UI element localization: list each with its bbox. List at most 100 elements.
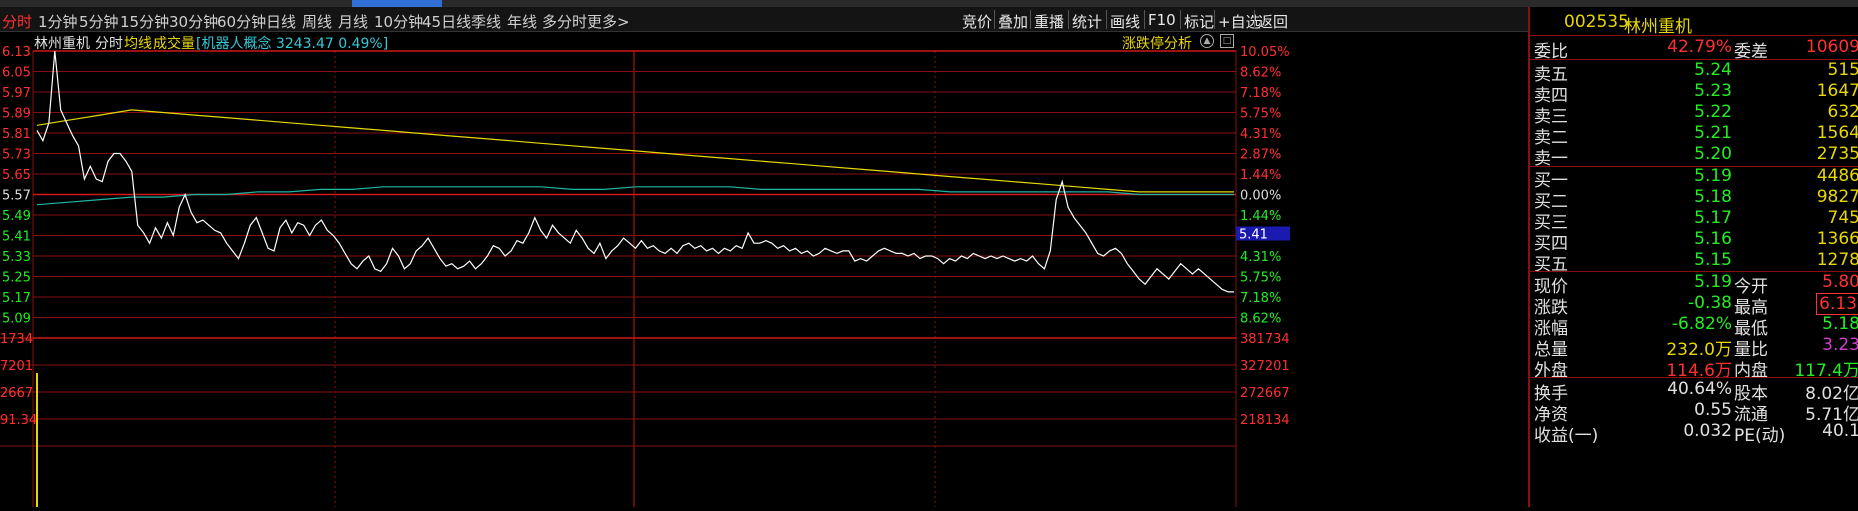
buy-level-price[interactable]: 5.18	[1694, 187, 1732, 207]
tab-period-3[interactable]: 15分钟	[120, 11, 169, 32]
price-axis-label: 5.17	[2, 291, 31, 306]
buy-level-price[interactable]: 5.16	[1694, 229, 1732, 249]
price-axis-label: 5.49	[2, 209, 31, 224]
toolbar-separator	[1030, 10, 1031, 29]
toolbar-separator	[1214, 10, 1215, 29]
panel-divider	[1530, 35, 1858, 36]
window-tab-highlight	[352, 0, 442, 7]
sell-level-volume: 1647	[1816, 81, 1858, 101]
sell-level-price[interactable]: 5.22	[1694, 102, 1732, 122]
buy-level-price[interactable]: 5.17	[1694, 208, 1732, 228]
toolbar-separator	[1254, 10, 1255, 29]
pct-axis-label: 8.62%	[1240, 312, 1281, 327]
window-top-bar	[0, 0, 1858, 7]
price-axis-label: 5.09	[2, 312, 31, 327]
tab-period-11[interactable]: 季线	[471, 11, 501, 32]
limit-analysis-button[interactable]: 涨跌停分析	[1122, 33, 1192, 53]
legend-volume: 成交量	[153, 36, 195, 52]
window-toggle-icon[interactable]: □	[1220, 34, 1234, 48]
buy-level-volume: 9827	[1816, 187, 1858, 207]
tab-period-13[interactable]: 多分时	[542, 11, 587, 32]
pct-axis-label: 4.31%	[1240, 250, 1281, 265]
volume-axis-label: 7201	[0, 359, 33, 374]
price-axis-label: 5.73	[2, 148, 31, 163]
toolbar-button-1[interactable]: 叠加	[998, 11, 1028, 32]
stock-name: 林州重机	[1624, 17, 1692, 37]
intraday-chart[interactable]: 6.13 6.05 5.97 5.89 5.81 5.73 5.65 5.57 5.49 5.41…	[0, 31, 1528, 507]
tab-period-8[interactable]: 月线	[338, 11, 368, 32]
weicha-value: 10609	[1805, 37, 1858, 57]
pct-axis-label: 10.05%	[1240, 45, 1290, 60]
buy-level-price[interactable]: 5.15	[1694, 250, 1732, 270]
fund-value: 0.55	[1694, 400, 1732, 420]
pct-axis-label: 2.87%	[1240, 148, 1281, 163]
tab-period-9[interactable]: 10分钟	[374, 11, 423, 32]
price-axis-label: 5.33	[2, 250, 31, 265]
tab-period-0[interactable]: 分时	[2, 11, 32, 32]
buy-level-price[interactable]: 5.19	[1694, 166, 1732, 186]
toolbar-button-5[interactable]: F10	[1148, 11, 1176, 29]
sell-level-price[interactable]: 5.23	[1694, 81, 1732, 101]
sell-level-volume: 2735	[1816, 144, 1858, 164]
tab-period-12[interactable]: 年线	[507, 11, 537, 32]
toolbar-separator	[1180, 10, 1181, 29]
fund-value: 0.032	[1683, 421, 1732, 441]
collapse-up-icon[interactable]: ▲	[1200, 34, 1214, 48]
sell-level-price[interactable]: 5.24	[1694, 60, 1732, 80]
tab-period-2[interactable]: 5分钟	[79, 11, 119, 32]
panel-divider	[1530, 377, 1858, 378]
tab-period-1[interactable]: 1分钟	[38, 11, 78, 32]
price-axis-label: 5.81	[2, 127, 31, 142]
tab-period-7[interactable]: 周线	[302, 11, 332, 32]
toolbar-separator	[994, 10, 995, 29]
volume-axis-label: 2667	[0, 386, 33, 401]
pct-axis-label: 8.62%	[1240, 66, 1281, 81]
legend-mode: 分时	[95, 36, 123, 52]
tab-period-5[interactable]: 60分钟	[217, 11, 266, 32]
tab-period-14[interactable]: 更多>	[587, 11, 630, 32]
toolbar-button-4[interactable]: 画线	[1110, 11, 1140, 32]
toolbar-separator	[1068, 10, 1069, 29]
volume-axis-label-right: 218134	[1240, 413, 1290, 428]
pct-axis-label: 1.44%	[1240, 209, 1281, 224]
period-toolbar: 分时 1分钟 5分钟 15分钟 30分钟 60分钟 日线 周线 月线 10分钟 45日线 季线 年线 多分…	[0, 7, 1528, 32]
pct-axis-label: 7.18%	[1240, 86, 1281, 101]
tab-period-4[interactable]: 30分钟	[169, 11, 218, 32]
tab-period-10[interactable]: 45日线	[422, 11, 471, 32]
weibi-value: 42.79%	[1667, 37, 1732, 57]
avg-price-line	[36, 109, 1234, 193]
sector-line	[36, 186, 1234, 206]
buy-level-volume: 1278	[1816, 250, 1858, 270]
pct-axis-label: 4.31%	[1240, 127, 1281, 142]
stat-value: 5.18	[1822, 314, 1858, 334]
toolbar-button-2[interactable]: 重播	[1034, 11, 1064, 32]
sell-level-volume: 632	[1827, 102, 1858, 122]
stat-value: -6.82%	[1671, 314, 1732, 334]
tab-period-6[interactable]: 日线	[266, 11, 296, 32]
toolbar-button-6[interactable]: 标记	[1184, 11, 1214, 32]
toolbar-button-0[interactable]: 竞价	[962, 11, 992, 32]
stat-value: 5.80	[1822, 272, 1858, 292]
quote-panel: 002535 林州重机 委比 42.79% 委差 10609 卖五 5.24 515 卖四 5.23…	[1528, 7, 1858, 507]
buy-level-volume: 4486	[1816, 166, 1858, 186]
volume-axis-label-right: 381734	[1240, 332, 1290, 347]
volume-axis-label-right: 327201	[1240, 359, 1290, 374]
price-axis-label: 6.13	[2, 45, 31, 60]
buy-level-volume: 745	[1827, 208, 1858, 228]
toolbar-button-3[interactable]: 统计	[1072, 11, 1102, 32]
pct-axis-label: 0.00%	[1240, 189, 1281, 204]
sell-level-price[interactable]: 5.21	[1694, 123, 1732, 143]
buy-level-volume: 1366	[1816, 229, 1858, 249]
stat-value: 3.23	[1822, 335, 1858, 355]
fund-label: 收益(一)	[1534, 426, 1599, 446]
toolbar-separator	[1144, 10, 1145, 29]
sell-level-volume: 1564	[1816, 123, 1858, 143]
pct-axis-label: 5.75%	[1240, 107, 1281, 122]
price-axis-label: 5.57	[2, 189, 31, 204]
sell-level-price[interactable]: 5.20	[1694, 144, 1732, 164]
legend-sector[interactable]: [机器人概念 3243.47 0.49%]	[196, 33, 388, 53]
fund-value: 40.1	[1822, 421, 1858, 441]
price-axis-label: 5.65	[2, 168, 31, 183]
toolbar-button-8[interactable]: 返回	[1258, 11, 1288, 32]
stat-value: -0.38	[1688, 293, 1732, 313]
